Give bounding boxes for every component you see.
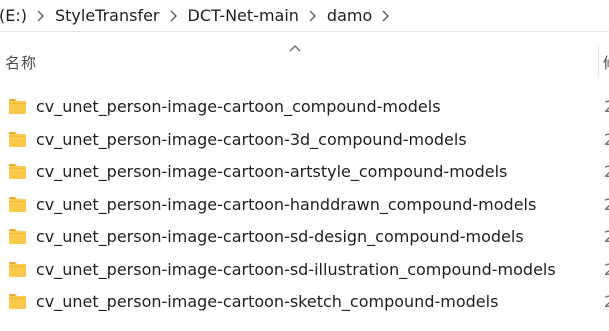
- folder-date: 2: [604, 195, 609, 215]
- list-item[interactable]: cv_unet_person-image-cartoon-artstyle_co…: [0, 157, 609, 190]
- breadcrumb-damo[interactable]: damo: [325, 0, 374, 31]
- file-list: cv_unet_person-image-cartoon_compound-mo…: [0, 92, 609, 320]
- folder-date: 2: [604, 227, 609, 247]
- breadcrumb-drive[interactable]: (E:): [0, 0, 29, 31]
- list-item[interactable]: cv_unet_person-image-cartoon-handdrawn_c…: [0, 190, 609, 223]
- breadcrumb-styletransfer[interactable]: StyleTransfer: [53, 0, 162, 31]
- breadcrumb-dct-net-main[interactable]: DCT-Net-main: [186, 0, 301, 31]
- chevron-right-icon[interactable]: [168, 0, 180, 31]
- folder-icon: [9, 196, 26, 212]
- folder-date: 2: [604, 130, 609, 150]
- folder-icon: [9, 294, 26, 309]
- folder-date: 2: [604, 260, 609, 280]
- chevron-right-icon[interactable]: [380, 0, 392, 31]
- sort-ascending-icon: [289, 37, 301, 56]
- chevron-right-icon[interactable]: [307, 0, 319, 31]
- folder-name: cv_unet_person-image-cartoon-3d_compound…: [36, 129, 467, 149]
- folder-date: 2: [604, 162, 609, 182]
- folder-date: 2: [604, 97, 609, 117]
- folder-icon: [9, 164, 26, 179]
- folder-name: cv_unet_person-image-cartoon-handdrawn_c…: [36, 194, 537, 214]
- folder-icon: [9, 229, 26, 244]
- folder-date: 2: [604, 292, 609, 312]
- list-item[interactable]: cv_unet_person-image-cartoon-3d_compound…: [0, 125, 609, 158]
- file-explorer-window: (E:) StyleTransfer DCT-Net-main damo 名称 …: [0, 0, 609, 331]
- list-item[interactable]: cv_unet_person-image-cartoon_compound-mo…: [0, 92, 609, 125]
- folder-icon: [9, 261, 26, 277]
- folder-icon: [9, 131, 26, 147]
- folder-name: cv_unet_person-image-cartoon-artstyle_co…: [36, 162, 508, 181]
- name-column-header[interactable]: 名称: [5, 52, 37, 73]
- column-divider[interactable]: [598, 44, 599, 78]
- list-item[interactable]: cv_unet_person-image-cartoon-sketch_comp…: [0, 287, 609, 320]
- date-column-header[interactable]: 修: [603, 52, 609, 73]
- list-item[interactable]: cv_unet_person-image-cartoon-sd-design_c…: [0, 222, 609, 255]
- folder-icon: [9, 99, 26, 114]
- chevron-right-icon[interactable]: [35, 0, 47, 31]
- column-header: 名称 修: [0, 32, 609, 78]
- list-item[interactable]: cv_unet_person-image-cartoon-sd-illustra…: [0, 255, 609, 288]
- folder-name: cv_unet_person-image-cartoon_compound-mo…: [36, 97, 441, 116]
- folder-name: cv_unet_person-image-cartoon-sd-design_c…: [36, 227, 524, 246]
- folder-name: cv_unet_person-image-cartoon-sd-illustra…: [36, 259, 556, 279]
- folder-name: cv_unet_person-image-cartoon-sketch_comp…: [36, 292, 499, 311]
- address-bar[interactable]: (E:) StyleTransfer DCT-Net-main damo: [0, 0, 609, 32]
